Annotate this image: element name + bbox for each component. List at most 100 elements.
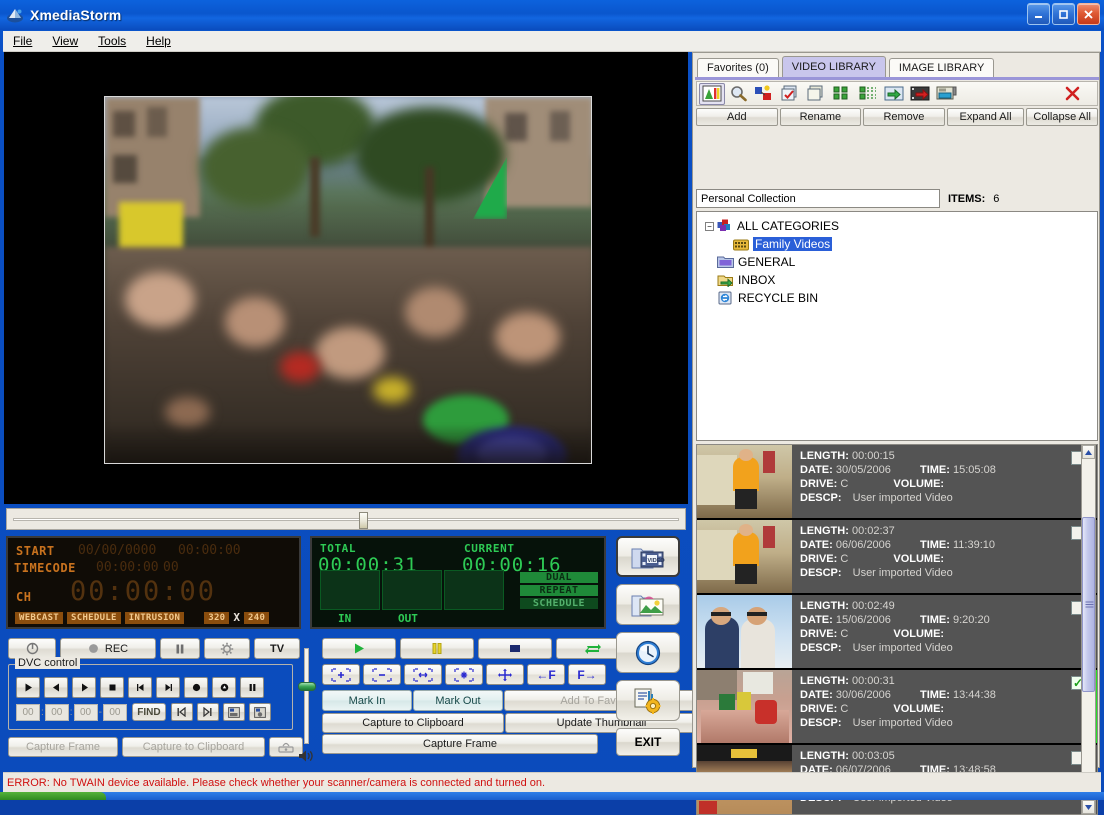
scroll-up-button[interactable] [1082, 445, 1095, 459]
dvc-next-frame-button[interactable] [156, 677, 180, 698]
dvc-play-button[interactable] [16, 677, 40, 698]
scrollbar-thumb[interactable] [1082, 517, 1095, 692]
settings-button-left[interactable] [204, 638, 250, 659]
details-view-icon[interactable] [855, 83, 881, 105]
menu-help[interactable]: Help [136, 32, 181, 50]
delete-icon[interactable] [1059, 83, 1085, 105]
fit-width-button[interactable] [404, 664, 442, 685]
prev-frame-button[interactable]: ←F [527, 664, 565, 685]
dvc-pause-button[interactable] [240, 677, 264, 698]
maximize-button[interactable] [1052, 3, 1075, 25]
zoom-out-button[interactable] [363, 664, 401, 685]
table-row[interactable]: LENGTH: 00:00:15 DATE: 30/05/2006 TIME: … [697, 445, 1097, 520]
dvc-record-button[interactable] [184, 677, 208, 698]
mark-out-button[interactable]: Mark Out [413, 690, 503, 711]
minimize-button[interactable] [1027, 3, 1050, 25]
next-frame-button[interactable]: F→ [568, 664, 606, 685]
dvc-rewind-button[interactable] [44, 677, 68, 698]
capture-to-clipboard-button-left[interactable]: Capture to Clipboard [122, 737, 265, 757]
dvc-prev-frame-button[interactable] [128, 677, 152, 698]
scroll-down-button[interactable] [1082, 800, 1095, 814]
tree-node-inbox[interactable]: INBOX [703, 271, 1097, 289]
collapse-all-button[interactable]: Collapse All [1026, 108, 1098, 126]
pause-button[interactable] [400, 638, 474, 659]
speaker-icon[interactable] [297, 748, 315, 764]
table-row[interactable]: LENGTH: 00:02:49 DATE: 15/06/2006 TIME: … [697, 595, 1097, 670]
nav-video-library-button[interactable]: VIDEO [616, 536, 680, 577]
import-icon[interactable] [881, 83, 907, 105]
tree-node-general[interactable]: GENERAL [703, 253, 1097, 271]
close-button[interactable] [1077, 3, 1100, 25]
tree-node-all-categories[interactable]: − ALL CATEGORIES [703, 217, 1097, 235]
archive-icon[interactable] [933, 83, 959, 105]
video-list-scrollbar[interactable] [1081, 444, 1096, 815]
thumbnail-view-icon[interactable] [829, 83, 855, 105]
nav-exit-button[interactable]: EXIT [616, 728, 680, 756]
date-value: 30/05/2006 [836, 464, 891, 476]
video-list[interactable]: LENGTH: 00:00:15 DATE: 30/05/2006 TIME: … [696, 444, 1098, 815]
table-row[interactable]: LENGTH: 00:00:31 DATE: 30/06/2006 TIME: … [697, 670, 1097, 745]
time-value: 15:05:08 [953, 464, 996, 476]
dvc-tc-frames[interactable]: 00 [103, 704, 127, 721]
dvc-batch-button[interactable] [249, 703, 271, 721]
select-all-icon[interactable] [777, 83, 803, 105]
pause-button-left[interactable] [160, 638, 200, 659]
dvc-goto-start-button[interactable] [171, 703, 193, 721]
tv-button[interactable]: TV [254, 638, 300, 659]
tree-node-recycle-bin[interactable]: RECYCLE BIN [703, 289, 1097, 307]
rename-category-button[interactable]: Rename [780, 108, 862, 126]
properties-icon[interactable] [699, 83, 725, 105]
pan-button[interactable] [486, 664, 524, 685]
dvc-goto-end-button[interactable] [197, 703, 219, 721]
dvc-tc-minutes[interactable]: 00 [45, 704, 69, 721]
video-metadata: LENGTH: 00:00:31 DATE: 30/06/2006 TIME: … [792, 670, 1097, 743]
record-button[interactable]: REC [60, 638, 156, 659]
seek-slider[interactable] [6, 508, 686, 530]
tab-video-library[interactable]: VIDEO LIBRARY [782, 56, 886, 77]
expander-icon[interactable]: − [705, 222, 714, 231]
category-tree[interactable]: − ALL CATEGORIES Family Videos [696, 211, 1098, 441]
tab-favorites[interactable]: Favorites (0) [697, 58, 779, 77]
video-preview-pane[interactable] [4, 52, 688, 504]
dvc-tc-hours[interactable]: 00 [16, 704, 40, 721]
dvc-stop-button[interactable] [100, 677, 124, 698]
dvc-find-button[interactable]: FIND [132, 703, 166, 721]
zoom-in-button[interactable] [322, 664, 360, 685]
table-row[interactable]: LENGTH: 00:02:37 DATE: 06/06/2006 TIME: … [697, 520, 1097, 595]
dvc-capture-list-button[interactable] [223, 703, 245, 721]
new-category-icon[interactable] [751, 83, 777, 105]
add-category-button[interactable]: Add [696, 108, 778, 126]
fit-screen-button[interactable] [445, 664, 483, 685]
menu-tools[interactable]: Tools [88, 32, 136, 50]
stop-button[interactable] [478, 638, 552, 659]
search-icon[interactable] [725, 83, 751, 105]
menu-view[interactable]: View [42, 32, 88, 50]
nav-scheduler-button[interactable] [616, 632, 680, 673]
seek-thumb[interactable] [359, 512, 368, 529]
schedule-tag: SCHEDULE [67, 612, 121, 624]
start-button[interactable] [0, 792, 106, 800]
dvc-tc-seconds[interactable]: 00 [74, 704, 98, 721]
nav-image-library-button[interactable] [616, 584, 680, 625]
volume-thumb[interactable] [298, 682, 316, 691]
dvc-fastforward-button[interactable] [72, 677, 96, 698]
expand-all-button[interactable]: Expand All [947, 108, 1025, 126]
volume-slider[interactable] [296, 640, 316, 768]
power-button[interactable] [8, 638, 56, 659]
copy-icon[interactable] [803, 83, 829, 105]
tab-image-library[interactable]: IMAGE LIBRARY [889, 58, 994, 77]
inbox-icon [717, 273, 734, 287]
play-button[interactable] [322, 638, 396, 659]
dvc-eject-button[interactable] [212, 677, 236, 698]
menu-file[interactable]: File [3, 32, 42, 50]
remove-category-button[interactable]: Remove [863, 108, 945, 126]
capture-frame-button[interactable]: Capture Frame [322, 734, 598, 754]
mark-in-button[interactable]: Mark In [322, 690, 412, 711]
capture-to-clipboard-button[interactable]: Capture to Clipboard [322, 713, 504, 733]
volume-track [304, 648, 309, 744]
tree-node-family-videos[interactable]: Family Videos [703, 235, 1097, 253]
capture-frame-button-left[interactable]: Capture Frame [8, 737, 118, 757]
export-icon[interactable] [907, 83, 933, 105]
nav-settings-button[interactable] [616, 680, 680, 721]
collection-name-input[interactable]: Personal Collection [696, 189, 940, 208]
